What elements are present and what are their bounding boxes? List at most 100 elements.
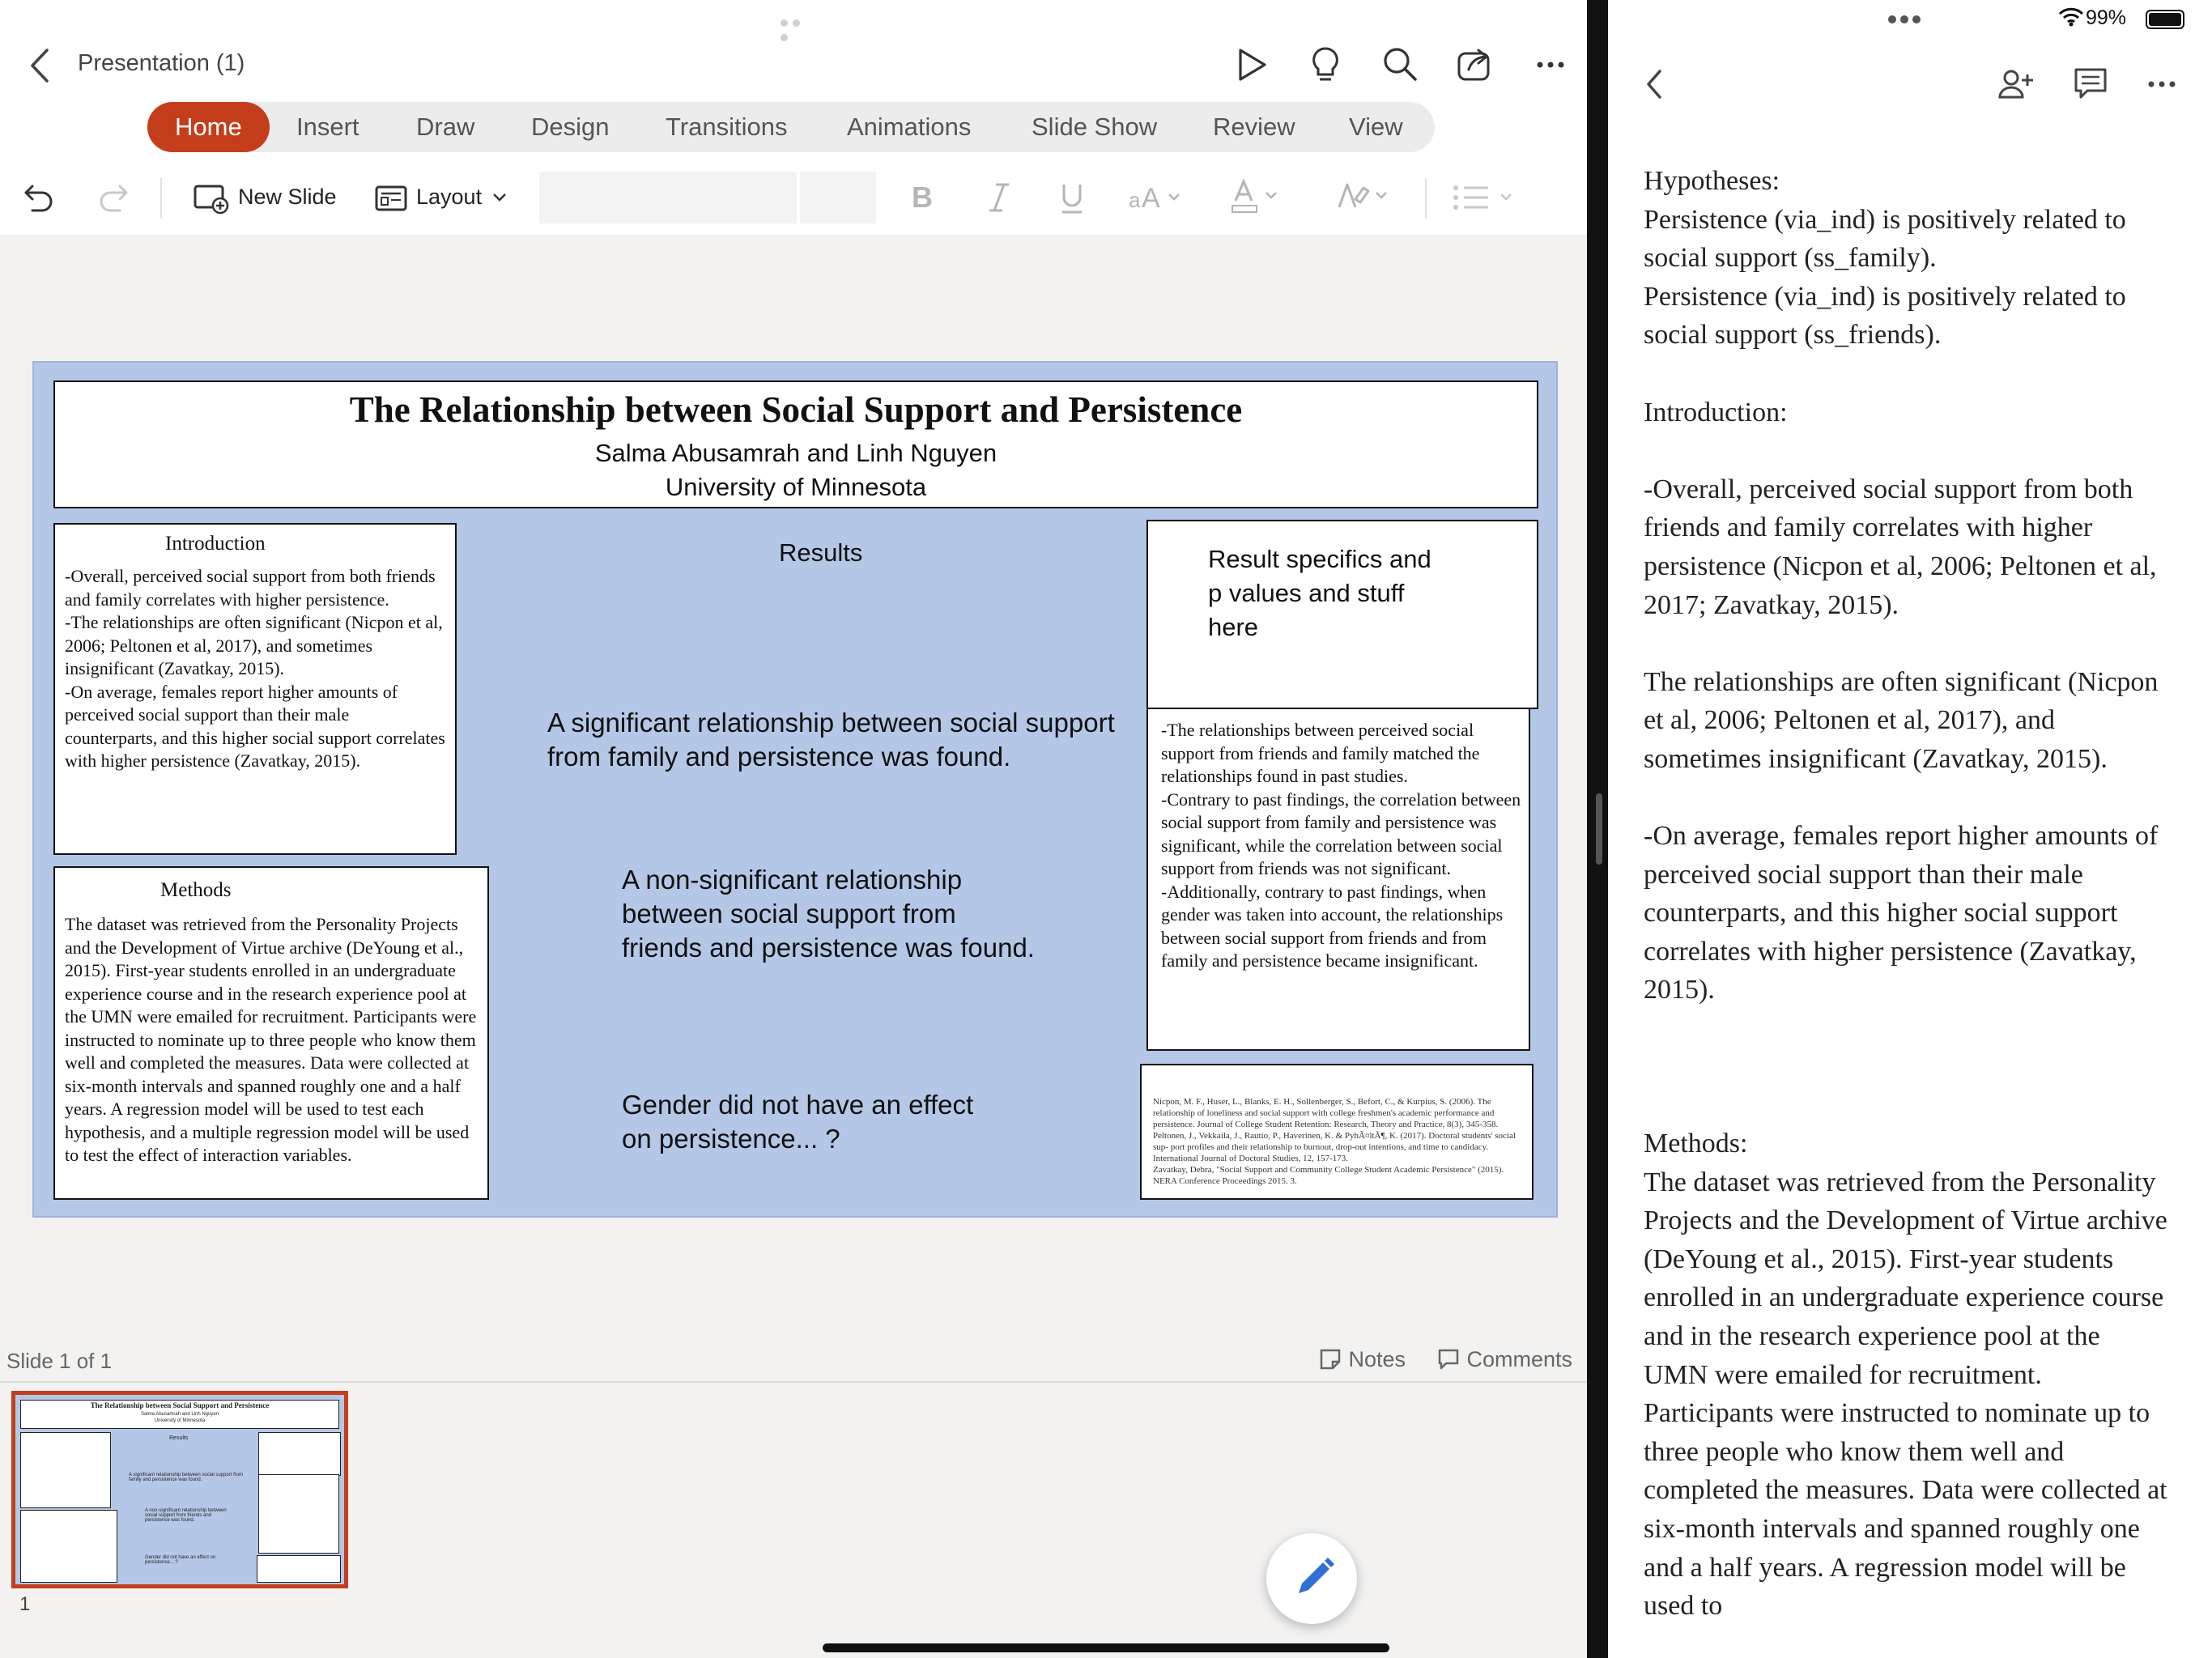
methods-heading: Methods: [160, 879, 232, 901]
references-text: Nicpon, M. F., Huser, L., Blanks, E. H.,…: [1153, 1097, 1516, 1186]
add-person-button[interactable]: [1997, 66, 2035, 102]
bullets-icon: [1453, 185, 1512, 210]
result-gender[interactable]: Gender did not have an effect on persist…: [622, 1088, 1010, 1156]
slide-count: Slide 1 of 1: [6, 1349, 113, 1373]
play-button[interactable]: [1231, 44, 1271, 86]
layout-label[interactable]: Layout: [416, 185, 482, 210]
tab-view[interactable]: View: [1321, 102, 1431, 152]
intro-paragraph-3: -On average, females report higher amoun…: [1644, 821, 2159, 1005]
share-button[interactable]: [1454, 44, 1495, 86]
references-box[interactable]: Nicpon, M. F., Huser, L., Blanks, E. H.,…: [1140, 1064, 1534, 1200]
comment-icon: [2074, 68, 2107, 99]
notes-document[interactable]: Hypotheses: Persistence (via_ind) is pos…: [1644, 162, 2170, 1626]
comments-label: Comments: [1466, 1347, 1573, 1371]
back-chevron-icon: [1647, 70, 1661, 99]
discussion-text: -The relationships between perceived soc…: [1161, 720, 1521, 971]
notes-back-button[interactable]: [1642, 66, 1666, 102]
poster-authors: Salma Abusamrah and Linh Nguyen: [594, 439, 998, 467]
highlight-button[interactable]: [1334, 176, 1394, 215]
font-size-box[interactable]: [800, 172, 876, 223]
introduction-box[interactable]: Introduction -Overall, perceived social …: [53, 523, 457, 855]
search-button[interactable]: [1380, 44, 1420, 86]
notes-button[interactable]: Notes: [1318, 1347, 1406, 1372]
tab-animations[interactable]: Animations: [819, 102, 998, 152]
tab-draw[interactable]: Draw: [389, 102, 502, 152]
redo-button[interactable]: [94, 176, 131, 214]
bold-button[interactable]: B: [907, 178, 939, 215]
lightbulb-icon: [1312, 47, 1338, 81]
comments-button[interactable]: Comments: [1436, 1347, 1572, 1372]
pencil-icon: [1299, 1558, 1334, 1593]
tab-transitions[interactable]: Transitions: [638, 102, 815, 152]
notes-label: Notes: [1348, 1347, 1406, 1371]
layout-icon: [375, 185, 407, 211]
methods-text: The dataset was retrieved from the Perso…: [65, 914, 477, 1165]
methods-box[interactable]: Methods The dataset was retrieved from t…: [53, 866, 489, 1200]
split-view-handle[interactable]: [1596, 793, 1602, 865]
discussion-box[interactable]: -The relationships between perceived soc…: [1146, 708, 1530, 1051]
multitask-grabber[interactable]: [781, 16, 816, 41]
new-slide-label[interactable]: New Slide: [238, 185, 337, 210]
tab-insert[interactable]: Insert: [269, 102, 387, 152]
home-indicator[interactable]: [823, 1643, 1389, 1652]
layout-dropdown[interactable]: [491, 189, 508, 206]
edit-button[interactable]: [1266, 1533, 1357, 1624]
italic-button[interactable]: [983, 178, 1015, 215]
battery-percent: 99%: [2086, 6, 2127, 29]
poster-title: The Relationship between Social Support …: [349, 389, 1243, 430]
font-size-icon: aA: [1129, 183, 1180, 214]
multitask-grabber[interactable]: [1888, 13, 1925, 28]
ideas-button[interactable]: [1305, 44, 1346, 86]
tab-design[interactable]: Design: [504, 102, 637, 152]
comment-button[interactable]: [2073, 66, 2108, 102]
font-color-button[interactable]: [1229, 176, 1286, 215]
bullets-button[interactable]: [1451, 181, 1517, 214]
notes-pane: 99% Hypotheses: Persistence (via_ind) is…: [1608, 0, 2212, 1658]
new-slide-icon: [194, 185, 229, 215]
new-slide-button[interactable]: [193, 181, 230, 215]
slide-canvas[interactable]: The Relationship between Social Support …: [32, 361, 1558, 1218]
notes-more-button[interactable]: [2146, 76, 2181, 92]
share-icon: [1457, 49, 1490, 81]
more-button[interactable]: [1530, 44, 1571, 86]
thumb-title: The Relationship between Social Support …: [90, 1401, 270, 1409]
font-name-box[interactable]: [539, 172, 797, 223]
methods-paragraph: The dataset was retrieved from the Perso…: [1644, 1167, 2167, 1622]
svg-text:A: A: [1142, 183, 1160, 214]
font-size-button[interactable]: aA: [1127, 178, 1189, 215]
introduction-text: -Overall, perceived social support from …: [65, 566, 445, 771]
underline-icon: [1062, 185, 1082, 214]
thumb-result-3: Gender did not have an effect on persist…: [145, 1555, 216, 1565]
thumb-university: University of Minnesota: [154, 1418, 206, 1423]
thumb-results: Results: [169, 1435, 189, 1441]
underline-button[interactable]: [1056, 178, 1088, 215]
separator: [160, 178, 162, 219]
wifi-icon: [2058, 6, 2084, 28]
slide-thumbnail[interactable]: The Relationship between Social Support …: [11, 1391, 348, 1588]
more-icon: [2148, 81, 2176, 87]
svg-text:B: B: [912, 181, 933, 214]
chevron-down-icon: [493, 193, 506, 202]
introduction-heading: Introduction: [165, 533, 266, 555]
tab-home[interactable]: Home: [147, 102, 270, 152]
svg-text:a: a: [1129, 188, 1141, 212]
thumbnail-number: 1: [19, 1593, 31, 1615]
more-icon: [1537, 62, 1564, 68]
back-button[interactable]: [24, 45, 57, 86]
result-specifics-box[interactable]: Result specifics and p values and stuff …: [1146, 520, 1538, 709]
undo-button[interactable]: [21, 176, 58, 214]
undo-icon: [24, 185, 53, 212]
tab-review[interactable]: Review: [1185, 102, 1323, 152]
title-box[interactable]: The Relationship between Social Support …: [53, 380, 1538, 508]
result-family[interactable]: A significant relationship between socia…: [547, 706, 1130, 774]
thumb-title-box: The Relationship between Social Support …: [20, 1400, 339, 1429]
hypothesis-1: Persistence (via_ind) is positively rela…: [1644, 204, 2126, 274]
tab-slide-show[interactable]: Slide Show: [1004, 102, 1185, 152]
add-person-icon: [1998, 70, 2033, 99]
layout-button[interactable]: [374, 183, 410, 215]
document-title[interactable]: Presentation (1): [78, 50, 245, 77]
thumb-result-1: A significant relationship between socia…: [129, 1473, 244, 1482]
result-friends[interactable]: A non-significant relationship between s…: [622, 863, 1043, 965]
methods-label: Methods:: [1644, 1129, 1748, 1159]
results-heading[interactable]: Results: [779, 536, 862, 570]
